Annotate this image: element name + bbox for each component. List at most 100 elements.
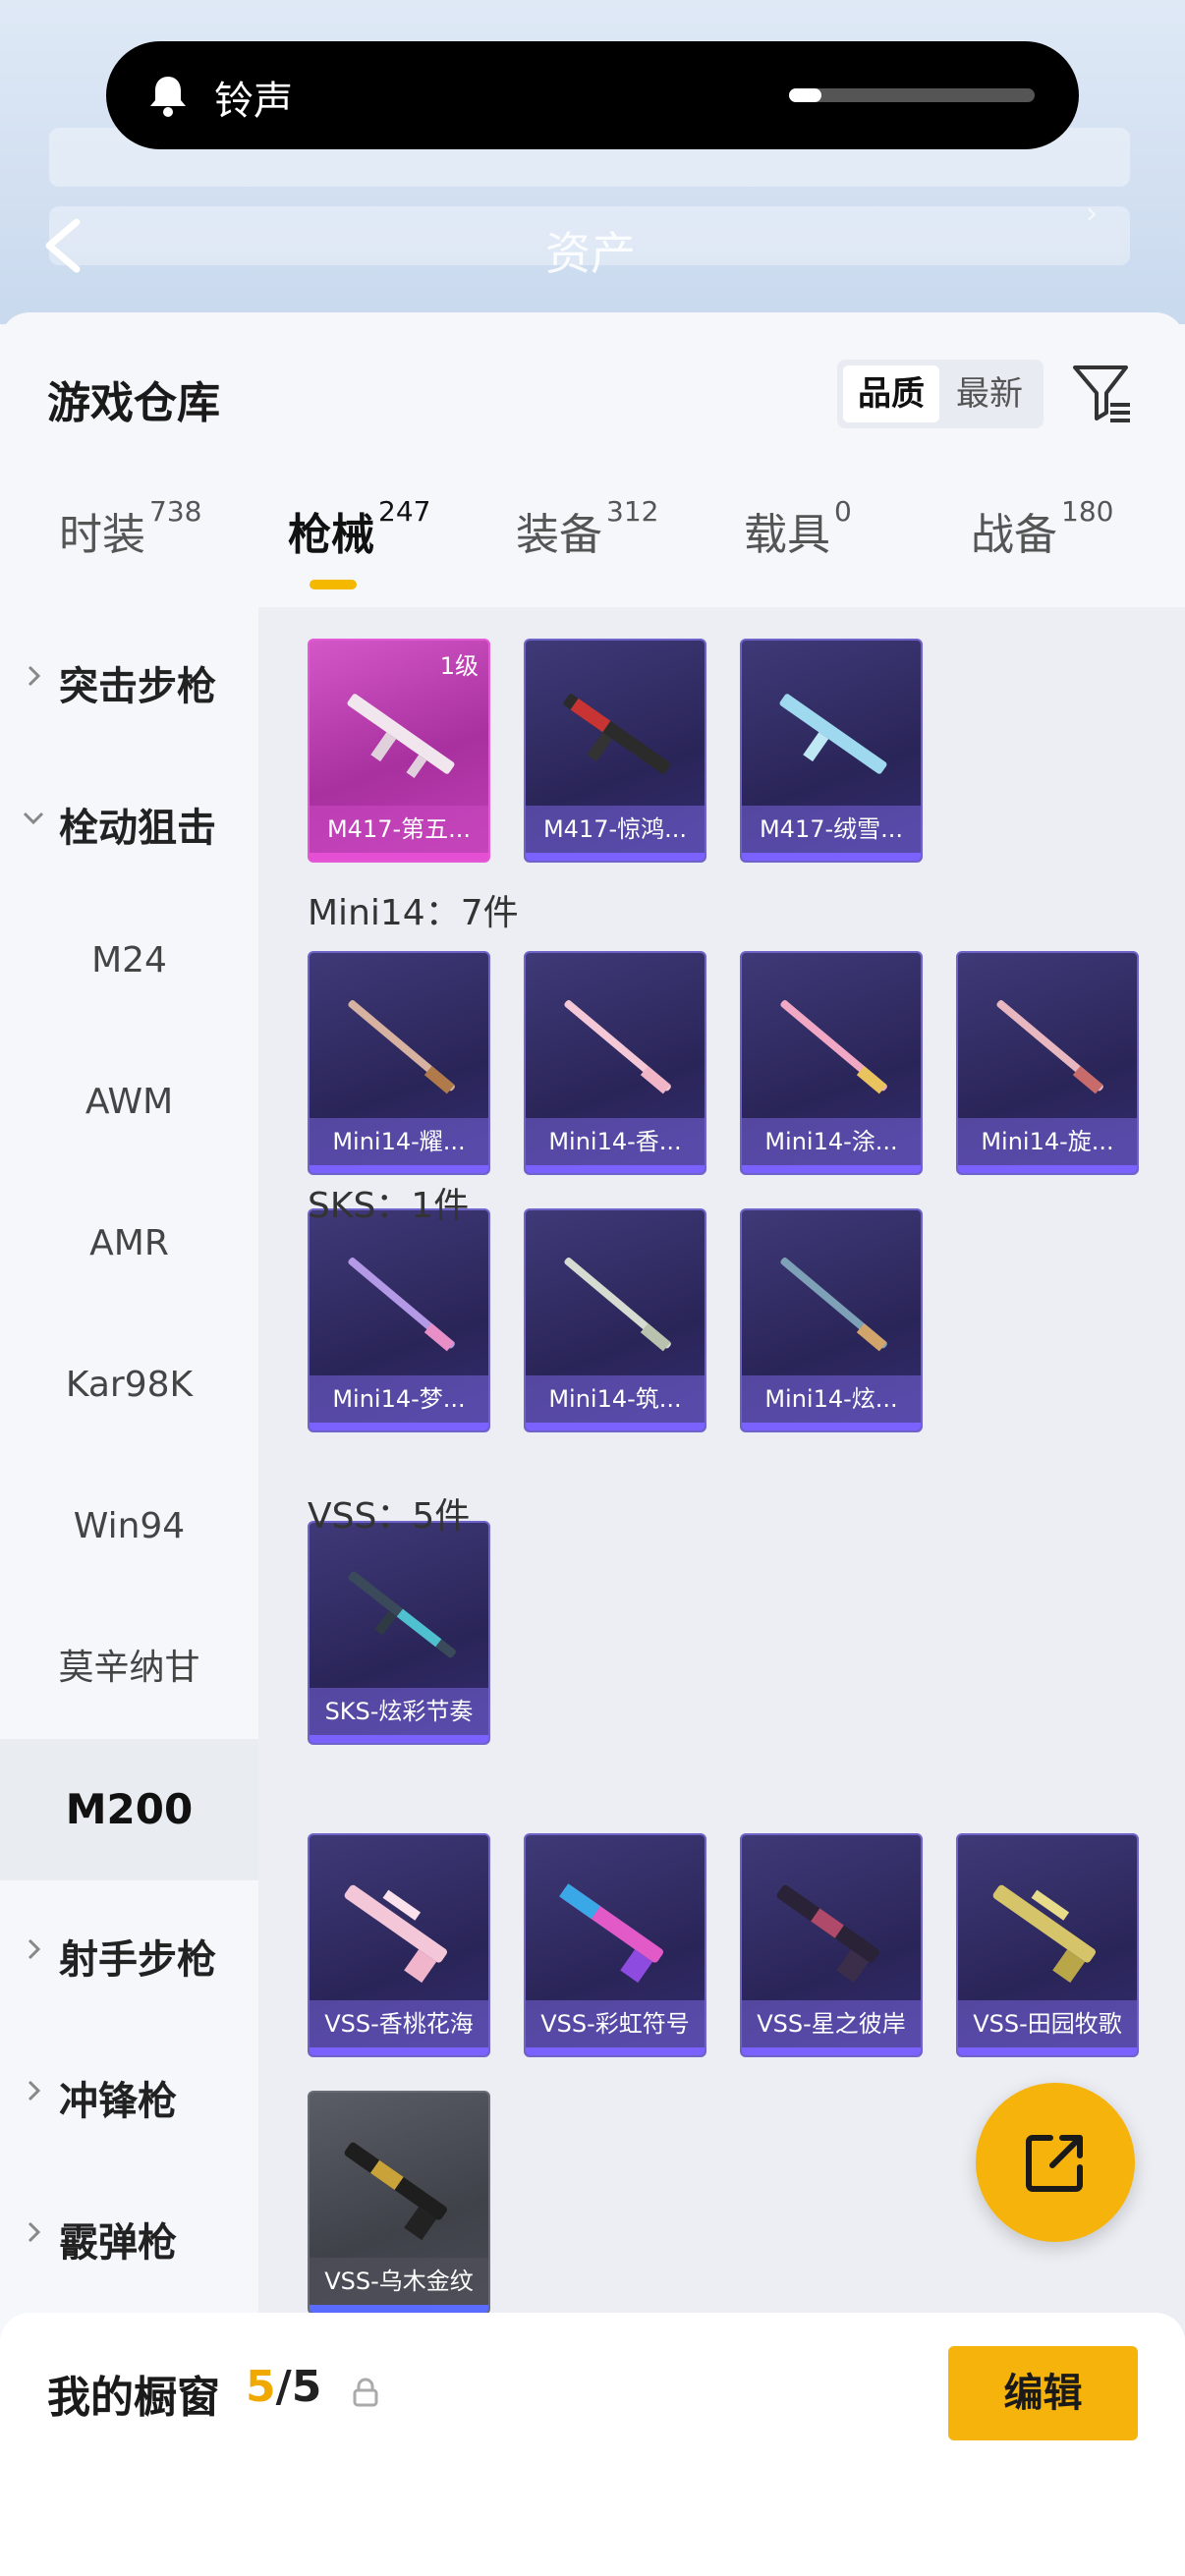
sort-quality-option[interactable]: 品质: [843, 365, 939, 422]
rarity-bar: [310, 853, 488, 861]
rifle-icon: [348, 1000, 455, 1094]
rarity-bar: [742, 2047, 921, 2055]
skin-name: VSS-乌木金纹: [310, 2258, 488, 2305]
rifle-icon: [780, 1000, 887, 1094]
filter-icon[interactable]: [1071, 362, 1134, 424]
chevron-right-icon: [28, 665, 41, 687]
skin-card[interactable]: 1级 M417-第五...: [308, 639, 490, 863]
back-arrow-icon[interactable]: [39, 216, 88, 275]
showcase-title: 我的橱窗: [47, 2373, 220, 2423]
skin-card[interactable]: Mini14-梦...: [308, 1208, 490, 1432]
tab-label: 枪械: [288, 510, 374, 560]
tab-label: 载具: [744, 510, 830, 560]
category-tabs: 时装 738 枪械 247 装备 312 载具 0 战备 180: [0, 495, 1185, 607]
warehouse-sheet: 游戏仓库 品质 最新 时装 738 枪械 247 装备 312 载具 0 战备 180 突…: [0, 312, 1185, 2576]
skin-card[interactable]: SKS-炫彩节奏: [308, 1521, 490, 1745]
skin-card[interactable]: VSS-彩虹符号: [524, 1833, 706, 2057]
sidebar-item-label: 栓动狙击: [59, 806, 216, 851]
chevron-right-icon[interactable]: ›: [1086, 196, 1098, 231]
rifle-icon: [779, 694, 887, 774]
rarity-bar: [310, 2047, 488, 2055]
tab-firearms[interactable]: 枪械 247: [288, 495, 430, 562]
weapon-type-sidebar: 突击步枪 栓动狙击 M24 AWM AMR Kar98K Win94 莫辛纳甘 …: [0, 607, 258, 2576]
skin-name: M417-惊鸿...: [526, 806, 705, 853]
showcase-bar: 我的橱窗 5/5 编辑: [0, 2313, 1185, 2576]
volume-slider[interactable]: [789, 88, 1035, 102]
showcase-count-current: 5: [246, 2362, 276, 2412]
bell-icon: [150, 77, 186, 117]
skin-card[interactable]: VSS-星之彼岸: [740, 1833, 923, 2057]
skin-card[interactable]: M417-绒雪...: [740, 639, 923, 863]
skin-card[interactable]: Mini14-香...: [524, 951, 706, 1175]
sidebar-item-marksman-rifle[interactable]: 射手步枪: [0, 1880, 258, 2022]
sidebar-item-label: 射手步枪: [59, 1937, 216, 1983]
rarity-bar: [310, 2305, 488, 2313]
skin-name: SKS-炫彩节奏: [310, 1688, 488, 1735]
skin-card[interactable]: VSS-田园牧歌: [956, 1833, 1139, 2057]
tab-vehicles[interactable]: 载具 0: [744, 495, 852, 562]
edit-button[interactable]: 编辑: [948, 2346, 1138, 2440]
group-label-sks: SKS：1件: [308, 1186, 470, 1226]
skin-name: Mini14-梦...: [310, 1375, 488, 1423]
toast-label: 铃声: [214, 79, 293, 124]
lock-icon: [353, 2378, 378, 2407]
sidebar-sub-mosin[interactable]: 莫辛纳甘: [0, 1597, 258, 1739]
tab-fashion[interactable]: 时装 738: [59, 495, 201, 562]
share-external-icon: [1026, 2135, 1083, 2192]
chevron-down-icon: [23, 812, 44, 825]
rifle-icon: [348, 1571, 456, 1658]
skin-card[interactable]: Mini14-炫...: [740, 1208, 923, 1432]
sidebar-sub-awm[interactable]: AWM: [0, 1032, 258, 1173]
sidebar-item-bolt-sniper[interactable]: 栓动狙击: [0, 749, 258, 890]
tab-count: 0: [834, 495, 852, 528]
sidebar-sub-win94[interactable]: Win94: [0, 1456, 258, 1597]
rarity-bar: [742, 853, 921, 861]
showcase-count: 5/5: [246, 2362, 321, 2412]
chevron-right-icon: [28, 2221, 41, 2243]
skin-name: Mini14-筑...: [526, 1375, 705, 1423]
rifle-icon: [992, 1884, 1097, 1984]
sidebar-item-shotgun[interactable]: 霰弹枪: [0, 2163, 258, 2305]
rifle-icon: [776, 1884, 880, 1984]
skin-card[interactable]: VSS-香桃花海: [308, 1833, 490, 2057]
sidebar-sub-amr[interactable]: AMR: [0, 1173, 258, 1315]
sidebar-sub-kar98k[interactable]: Kar98K: [0, 1315, 258, 1456]
rarity-bar: [310, 1735, 488, 1743]
showcase-count-separator: /: [275, 2362, 292, 2412]
sidebar-item-smg[interactable]: 冲锋枪: [0, 2022, 258, 2163]
tab-count: 247: [378, 495, 431, 528]
sidebar-sub-m200[interactable]: M200: [0, 1739, 258, 1880]
skin-card[interactable]: Mini14-耀...: [308, 951, 490, 1175]
active-tab-indicator: [310, 580, 357, 589]
rifle-icon: [344, 2142, 448, 2241]
rarity-bar: [310, 1423, 488, 1430]
tab-equipment[interactable]: 装备 312: [516, 495, 658, 562]
sort-newest-option[interactable]: 最新: [941, 365, 1038, 422]
sidebar-sub-m24[interactable]: M24: [0, 890, 258, 1032]
tab-count: 312: [606, 495, 659, 528]
skin-name: Mini14-炫...: [742, 1375, 921, 1423]
sidebar-item-assault-rifle[interactable]: 突击步枪: [0, 607, 258, 749]
skin-name: VSS-彩虹符号: [526, 2000, 705, 2047]
ringtone-volume-toast: 铃声: [106, 41, 1079, 149]
group-label-vss: VSS：5件: [308, 1496, 471, 1537]
skin-name: VSS-香桃花海: [310, 2000, 488, 2047]
skin-card[interactable]: Mini14-旋...: [956, 951, 1139, 1175]
rifle-icon: [344, 1884, 448, 1984]
skin-card[interactable]: VSS-乌木金纹: [308, 2091, 490, 2315]
rarity-bar: [526, 1423, 705, 1430]
volume-slider-fill: [789, 88, 821, 102]
sort-toggle: 品质 最新: [837, 360, 1044, 428]
tab-count: 180: [1061, 495, 1114, 528]
sidebar-item-label: 突击步枪: [59, 664, 216, 709]
skin-card[interactable]: Mini14-筑...: [524, 1208, 706, 1432]
skin-name: M417-第五...: [310, 806, 488, 853]
sidebar-item-label: 冲锋枪: [59, 2079, 177, 2124]
group-label-mini14: Mini14：7件: [308, 893, 519, 933]
skin-card[interactable]: M417-惊鸿...: [524, 639, 706, 863]
rifle-icon: [563, 694, 671, 774]
skin-name: Mini14-耀...: [310, 1118, 488, 1165]
share-button[interactable]: [976, 2083, 1135, 2242]
tab-supplies[interactable]: 战备 180: [971, 495, 1113, 562]
skin-card[interactable]: Mini14-涂...: [740, 951, 923, 1175]
